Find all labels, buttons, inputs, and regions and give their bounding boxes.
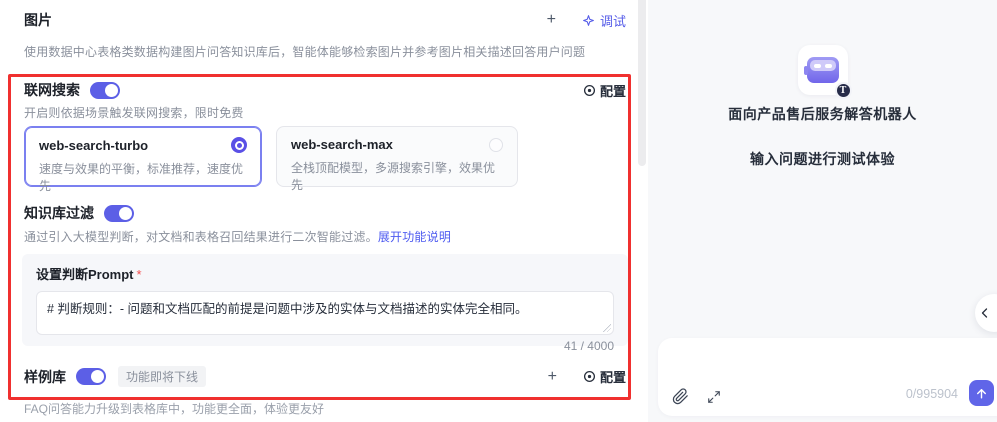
radio-unselected-icon[interactable] xyxy=(489,137,503,152)
debug-button-label: 调试 xyxy=(599,13,626,29)
test-hint: 输入问题进行测试体验 xyxy=(750,151,895,167)
image-add-button[interactable]: + xyxy=(547,12,556,28)
web-search-config-label: 配置 xyxy=(599,83,626,99)
image-section-title: 图片 xyxy=(24,12,52,28)
sample-lib-config-button[interactable]: 配置 xyxy=(583,367,626,386)
option-card-web-search-max[interactable]: web-search-max 全栈顶配模型，多源搜索引擎，效果优先 xyxy=(276,126,518,192)
chat-input-box[interactable]: 0/995904 xyxy=(658,338,997,416)
sample-lib-config-label: 配置 xyxy=(599,370,626,385)
expand-icon xyxy=(708,390,720,403)
web-search-options: web-search-turbo 速度与效果的平衡，标准推荐，速度优先 web-… xyxy=(24,126,518,193)
option-name: web-search-turbo xyxy=(39,137,149,153)
web-search-config-button[interactable]: 配置 xyxy=(583,81,626,100)
arrow-up-icon xyxy=(977,388,986,399)
judge-prompt-panel: 设置判断Prompt * # 判断规则：- 问题和文档匹配的前提是问题中涉及的实体… xyxy=(22,254,628,353)
kb-filter-description-text: 通过引入大模型判断，对文档和表格召回结果进行二次智能过滤。 xyxy=(24,230,378,244)
expand-help-link[interactable]: 展开功能说明 xyxy=(378,230,451,244)
option-description: 全栈顶配模型，多源搜索引擎，效果优先 xyxy=(291,161,496,192)
required-asterisk: * xyxy=(136,267,142,282)
chat-char-counter: 0/995904 xyxy=(905,387,958,401)
sample-lib-toggle[interactable] xyxy=(76,368,106,385)
prompt-char-counter: 41 / 4000 xyxy=(563,339,614,353)
avatar-letter-badge: T xyxy=(834,82,852,99)
judge-prompt-label: 设置判断Prompt * xyxy=(36,264,614,283)
radio-selected-icon[interactable] xyxy=(231,137,247,153)
option-description: 速度与效果的平衡，标准推荐，速度优先 xyxy=(39,162,244,193)
expand-input-button[interactable] xyxy=(707,390,721,404)
image-section-description: 使用数据中心表格类数据构建图片问答知识库后，智能体能够检索图片并参考图片相关描述… xyxy=(24,45,586,59)
sparkle-icon xyxy=(583,14,594,26)
sample-lib-title: 样例库 xyxy=(24,368,66,385)
sample-lib-row: 样例库 功能即将下线 + 配置 xyxy=(24,366,626,387)
bot-name: 面向产品售后服务解答机器人 xyxy=(728,106,917,122)
send-button[interactable] xyxy=(969,380,994,406)
image-section-header: 图片 + 调试 xyxy=(24,10,626,30)
attach-file-button[interactable] xyxy=(672,388,689,405)
kb-filter-row: 知识库过滤 xyxy=(24,203,626,223)
judge-prompt-textarea[interactable]: # 判断规则：- 问题和文档匹配的前提是问题中涉及的实体与文档描述的实体完全相同… xyxy=(36,291,614,335)
sample-lib-add-button[interactable]: + xyxy=(548,368,557,385)
gear-icon xyxy=(583,370,596,383)
judge-prompt-label-text: 设置判断Prompt xyxy=(36,267,134,282)
deprecation-badge: 功能即将下线 xyxy=(118,366,207,387)
paperclip-icon xyxy=(672,388,688,405)
config-panel: 图片 + 调试 使用数据中心表格类数据构建图片问答知识库后，智能体能够检索图片并… xyxy=(0,0,648,422)
gear-icon xyxy=(583,84,596,96)
kb-filter-toggle[interactable] xyxy=(104,204,134,222)
option-name: web-search-max xyxy=(291,137,393,152)
sample-lib-note: FAQ问答能力升级到表格库中，功能更全面，体验更友好 xyxy=(24,402,325,416)
kb-filter-title: 知识库过滤 xyxy=(24,205,94,221)
app-window: 图片 + 调试 使用数据中心表格类数据构建图片问答知识库后，智能体能够检索图片并… xyxy=(0,0,997,422)
kb-filter-description: 通过引入大模型判断，对文档和表格召回结果进行二次智能过滤。展开功能说明 xyxy=(24,228,626,245)
web-search-toggle[interactable] xyxy=(90,81,120,99)
robot-icon: T xyxy=(797,45,852,99)
option-card-web-search-turbo[interactable]: web-search-turbo 速度与效果的平衡，标准推荐，速度优先 xyxy=(24,126,262,193)
web-search-description: 开启则依据场景触发联网搜索，限时免费 xyxy=(24,106,244,120)
bot-avatar: T xyxy=(797,45,852,99)
chevron-left-icon xyxy=(981,308,988,318)
web-search-title: 联网搜索 xyxy=(24,82,80,98)
web-search-row: 联网搜索 配置 xyxy=(24,80,626,100)
debug-button[interactable]: 调试 xyxy=(582,11,626,30)
scrollbar-thumb[interactable] xyxy=(638,0,646,166)
